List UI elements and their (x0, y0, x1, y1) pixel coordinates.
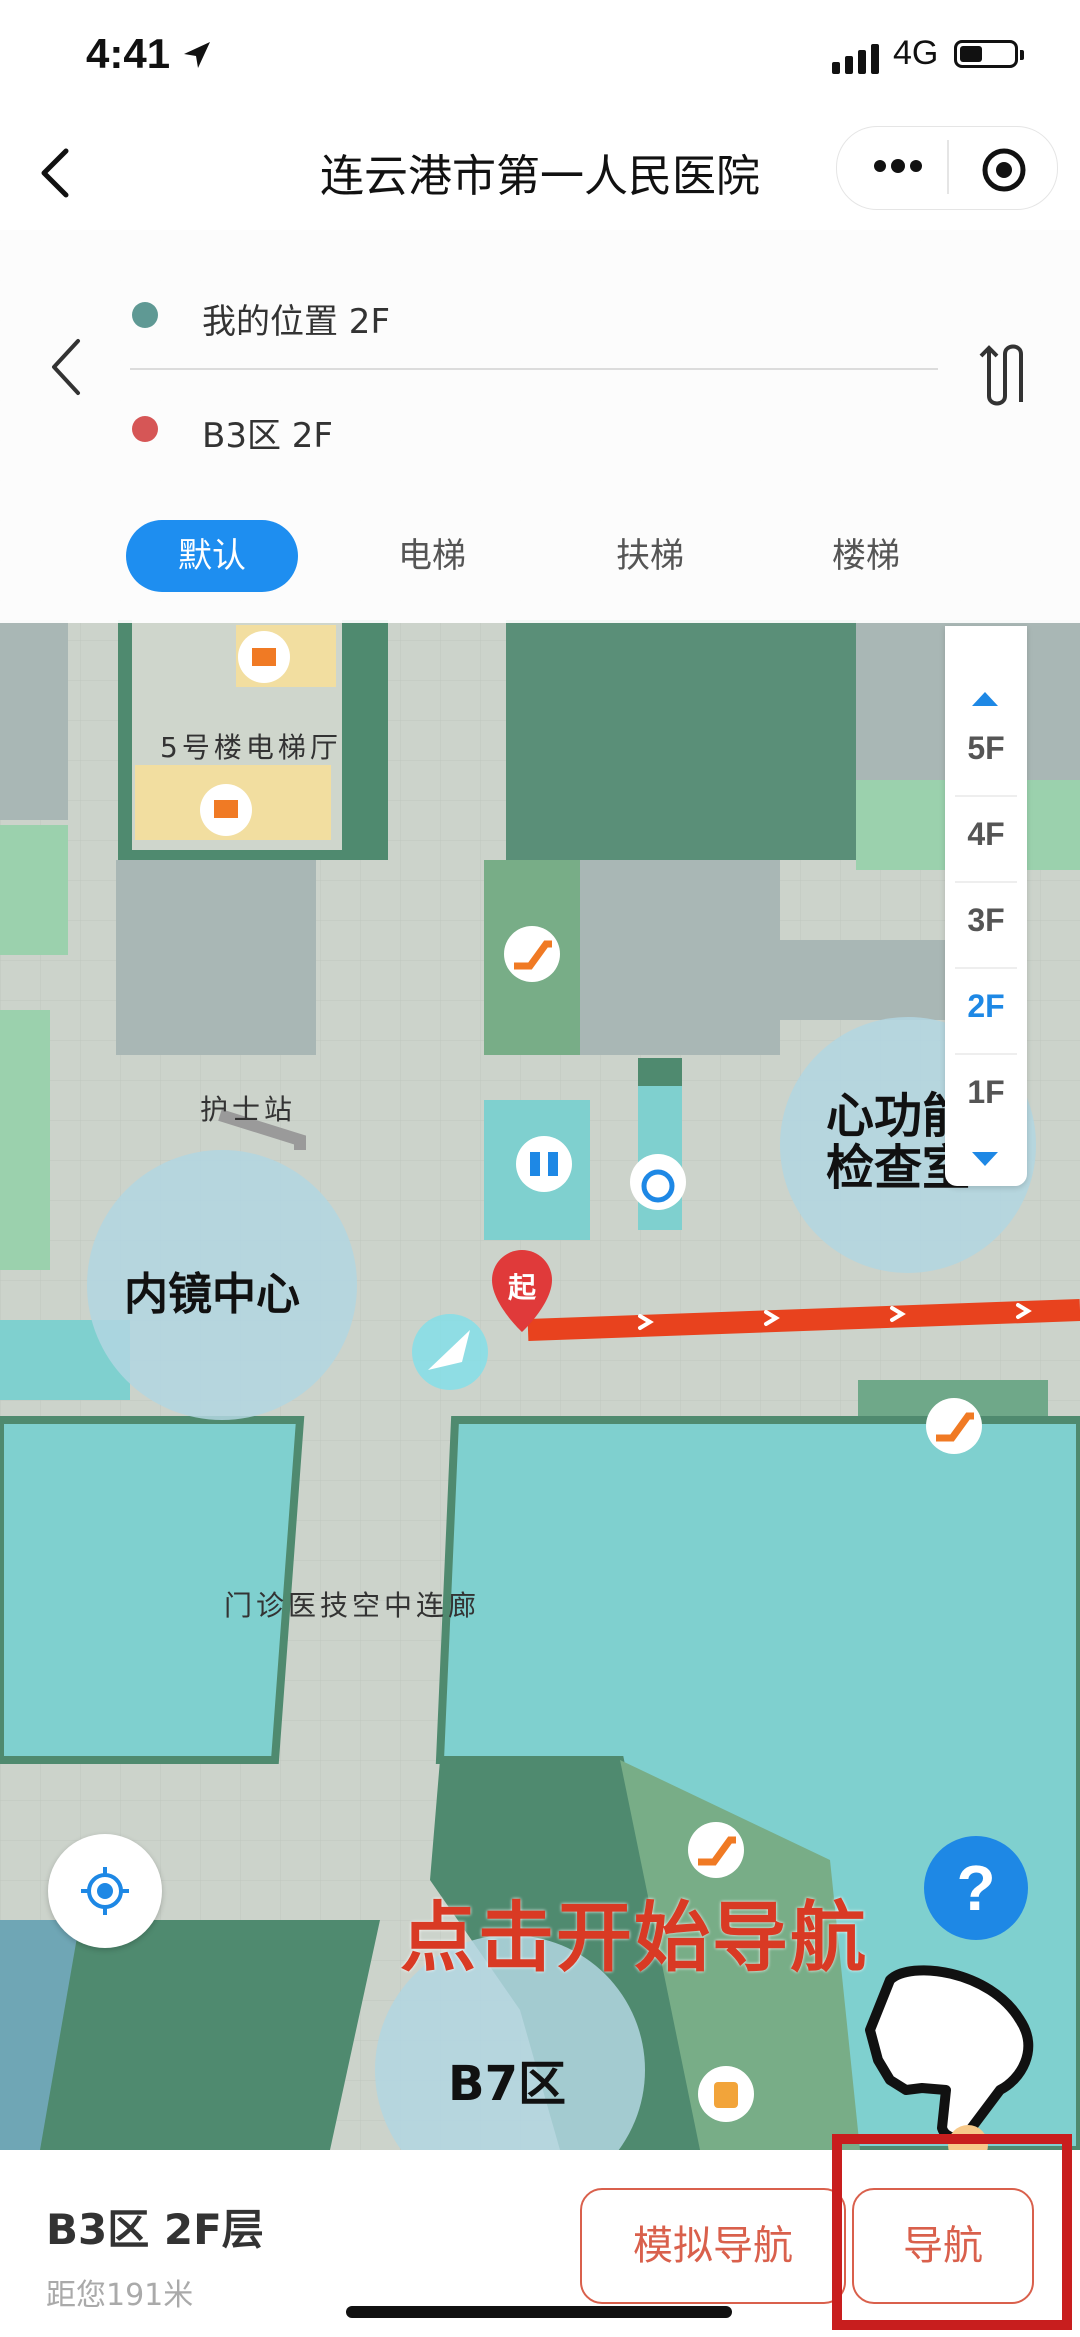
home-indicator[interactable] (346, 2306, 732, 2318)
map-room (638, 1058, 682, 1086)
network-type: 4G (893, 34, 939, 72)
end-location[interactable]: B3区 2F (202, 408, 333, 457)
drinking-water-poi-icon (698, 2066, 754, 2122)
destination-distance: 距您191米 (46, 2278, 194, 2313)
status-time: 4:41 (86, 30, 171, 77)
close-miniprogram-icon[interactable] (980, 146, 1028, 194)
escalator-poi-icon (688, 1822, 744, 1878)
floor-divider (955, 1053, 1017, 1055)
location-arrow-icon (184, 42, 210, 68)
floor-divider (955, 967, 1017, 969)
floor-4f[interactable]: 4F (945, 816, 1027, 853)
map-room (506, 620, 856, 860)
map-room (0, 1010, 50, 1160)
elevator-poi-icon (238, 631, 290, 683)
restroom-poi-icon (516, 1136, 572, 1192)
start-point-dot (132, 302, 158, 328)
help-button[interactable]: ? (924, 1836, 1028, 1940)
escalator-poi-icon (504, 926, 560, 982)
mode-stairs-tab[interactable]: 楼梯 (806, 520, 926, 592)
elevator-poi-icon (200, 784, 252, 836)
simulate-navigation-button[interactable]: 模拟导航 (580, 2188, 846, 2304)
mode-escalator-tab[interactable]: 扶梯 (590, 520, 710, 592)
location-divider (130, 368, 938, 370)
tutorial-highlight-box (832, 2134, 1072, 2330)
map-room (0, 825, 68, 955)
map-label-nurse-station: 护士站 (200, 1093, 297, 1126)
map-label-corridor: 门诊医技空中连廊 (224, 1589, 481, 1622)
map-room (580, 860, 780, 1055)
map-room (780, 940, 950, 1020)
route-back-icon[interactable] (48, 335, 84, 399)
map-room (0, 1160, 50, 1270)
signal-icon (832, 44, 879, 74)
accessible-poi-icon (630, 1154, 686, 1210)
start-location[interactable]: 我的位置 2F (202, 294, 390, 343)
destination-name: B3区 2F层 (46, 2205, 264, 2254)
floor-2f-current[interactable]: 2F (945, 988, 1027, 1025)
floor-3f[interactable]: 3F (945, 902, 1027, 939)
mode-elevator-tab[interactable]: 电梯 (372, 520, 492, 592)
map-room (0, 620, 68, 820)
floor-5f[interactable]: 5F (945, 730, 1027, 767)
floor-divider (955, 795, 1017, 797)
capsule-divider (947, 140, 949, 194)
more-icon[interactable] (870, 150, 926, 182)
mode-default-tab[interactable]: 默认 (126, 520, 298, 592)
map-label-endoscopy: 内镜中心 (124, 1269, 300, 1320)
map-room (116, 860, 316, 1055)
locate-icon (81, 1867, 129, 1915)
floor-divider (955, 881, 1017, 883)
tutorial-annotation: 点击开始导航 (400, 1893, 868, 1982)
map-label-elevator-hall: 5号楼电梯厅 (160, 731, 342, 764)
map-label-b7: B7区 (448, 2056, 566, 2112)
floor-1f[interactable]: 1F (945, 1074, 1027, 1111)
swap-route-icon[interactable] (975, 340, 1045, 410)
end-point-dot (132, 416, 158, 442)
escalator-poi-icon (926, 1398, 982, 1454)
battery-icon (954, 40, 1024, 68)
floor-up-icon[interactable] (970, 688, 1000, 708)
locate-button[interactable] (48, 1834, 162, 1948)
start-marker-label: 起 (508, 1271, 537, 1304)
floor-down-icon[interactable] (970, 1150, 1000, 1170)
